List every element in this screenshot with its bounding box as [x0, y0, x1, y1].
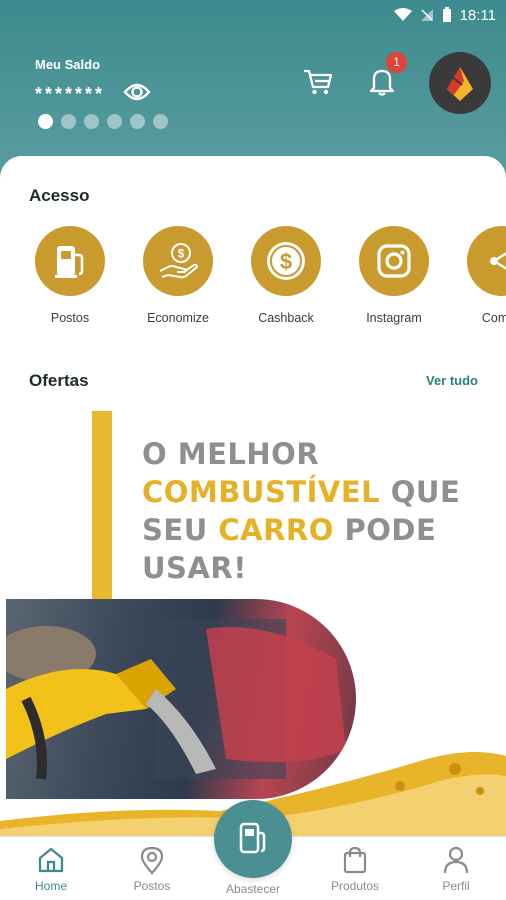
see-all-link[interactable]: Ver tudo — [426, 373, 478, 388]
banner-line-3-start: SEU — [142, 513, 219, 547]
acesso-item-cashback[interactable]: $ Cashback — [232, 226, 340, 325]
avatar[interactable] — [429, 52, 491, 114]
money-hand-icon: $ — [159, 243, 198, 279]
banner-line-3: SEU CARRO PODE — [142, 511, 460, 549]
acesso-item-label: Instagram — [366, 311, 422, 325]
nav-produtos-label: Produtos — [330, 879, 380, 893]
instagram-icon — [377, 244, 411, 278]
nav-postos-label: Postos — [133, 879, 171, 893]
acesso-item-circle: $ — [251, 226, 321, 296]
shopping-bag-icon — [343, 846, 367, 874]
eye-icon — [123, 83, 151, 101]
nav-perfil-label: Perfil — [442, 879, 470, 893]
toggle-balance-visibility-button[interactable] — [122, 79, 152, 105]
banner-line-1: O MELHOR — [142, 437, 320, 471]
acesso-item-circle — [467, 226, 506, 296]
wifi-icon — [393, 8, 412, 21]
acesso-item-label: Compa — [481, 311, 506, 325]
banner-headline: O MELHOR COMBUSTÍVEL QUE SEU CARRO PODE … — [142, 435, 460, 587]
status-bar: 18:11 — [393, 0, 496, 30]
carousel-dots — [38, 114, 168, 129]
banner-line-2: COMBUSTÍVEL QUE — [142, 473, 460, 511]
home-icon — [38, 847, 64, 873]
carousel-dot[interactable] — [38, 114, 53, 129]
banner-line-4: USAR! — [142, 551, 247, 585]
banner-accent-bar — [92, 411, 112, 611]
user-icon — [443, 846, 469, 874]
acesso-item-label: Cashback — [258, 311, 314, 325]
svg-text:$: $ — [178, 247, 185, 261]
acesso-item-label: Economize — [147, 311, 209, 325]
fuel-pump-icon — [239, 822, 266, 854]
acesso-title: Acesso — [29, 186, 90, 205]
acesso-item-instagram[interactable]: Instagram — [340, 226, 448, 325]
fuel-pump-icon — [55, 246, 84, 278]
carousel-dot[interactable] — [61, 114, 76, 129]
banner-line-3-rest: PODE — [333, 513, 437, 547]
acesso-list: Postos $ Economize $ Cashback Instagram … — [0, 226, 506, 336]
nav-postos[interactable]: Postos — [112, 845, 192, 893]
banner-highlight-car: CARRO — [218, 513, 334, 547]
acesso-item-economize[interactable]: $ Economize — [124, 226, 232, 325]
acesso-item-compartilhar[interactable]: Compa — [448, 226, 506, 325]
balance-label: Meu Saldo — [35, 57, 101, 72]
carousel-dot[interactable] — [153, 114, 168, 129]
carousel-dot[interactable] — [107, 114, 122, 129]
banner-highlight-fuel: COMBUSTÍVEL — [142, 475, 381, 509]
acesso-item-circle: $ — [143, 226, 213, 296]
nav-home[interactable]: Home — [11, 845, 91, 893]
share-icon — [490, 252, 506, 270]
balance-value: ******* — [35, 84, 106, 104]
signal-icon — [420, 9, 433, 21]
nav-home-label: Home — [34, 879, 67, 893]
acesso-item-postos[interactable]: Postos — [16, 226, 124, 325]
svg-text:$: $ — [280, 249, 292, 274]
abastecer-button[interactable] — [214, 800, 292, 878]
cart-button[interactable] — [302, 66, 334, 98]
nav-abastecer-label: Abastecer — [225, 882, 281, 896]
map-pin-icon — [140, 846, 164, 875]
acesso-item-circle — [359, 226, 429, 296]
acesso-item-circle — [35, 226, 105, 296]
nav-produtos[interactable]: Produtos — [315, 845, 395, 893]
brand-logo-icon — [447, 67, 473, 101]
banner-line-2-rest: QUE — [380, 475, 461, 509]
dollar-coin-icon: $ — [267, 242, 305, 280]
offer-banner[interactable]: O MELHOR COMBUSTÍVEL QUE SEU CARRO PODE … — [0, 411, 506, 836]
notification-badge: 1 — [386, 52, 407, 73]
status-time: 18:11 — [459, 6, 496, 24]
battery-icon — [442, 7, 451, 22]
nav-perfil[interactable]: Perfil — [416, 845, 496, 893]
ofertas-title: Ofertas — [29, 371, 89, 390]
carousel-dot[interactable] — [84, 114, 99, 129]
carousel-dot[interactable] — [130, 114, 145, 129]
acesso-item-label: Postos — [50, 311, 90, 325]
cart-icon — [304, 69, 333, 95]
content-card: Acesso Postos $ Economize $ Cashback Ins… — [0, 156, 506, 846]
